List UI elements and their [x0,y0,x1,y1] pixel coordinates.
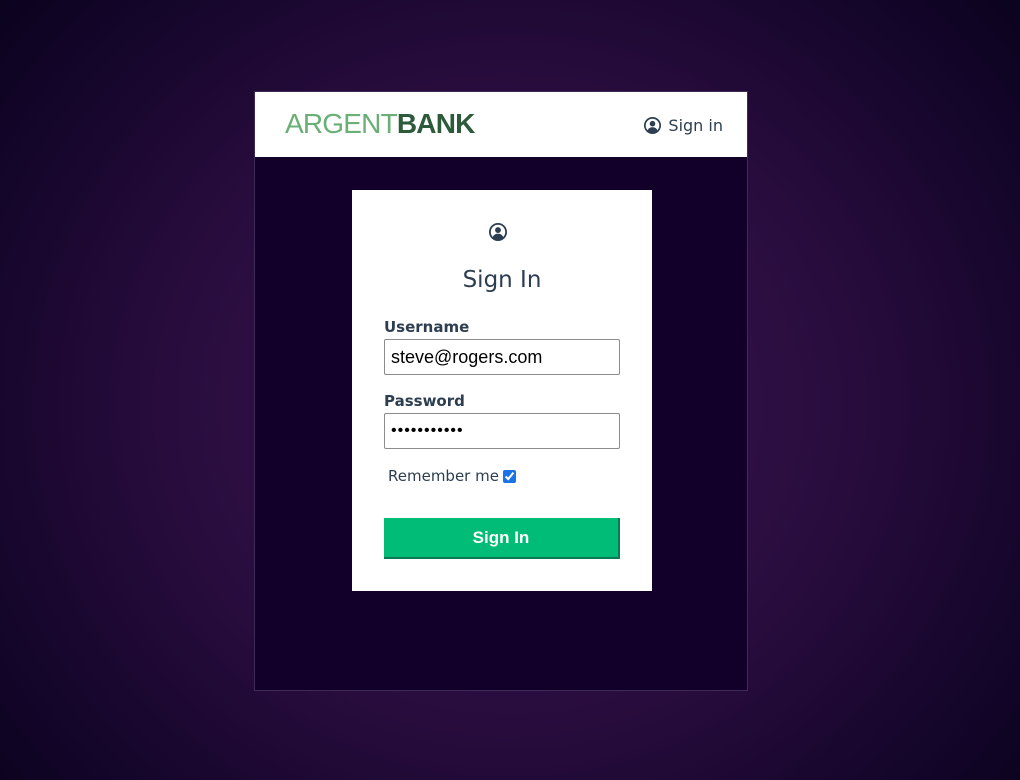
username-input[interactable] [384,339,620,375]
logo-argent-text: ARGENT [285,108,398,139]
remember-me-checkbox[interactable] [502,469,516,483]
app-window: ARGENTBANK Sign in Sign In Username P [254,91,748,691]
remember-me-label[interactable]: Remember me [388,467,499,485]
password-label: Password [384,392,465,410]
nav-signin-label: Sign in [668,115,723,135]
signin-submit-button[interactable]: Sign In [384,518,620,559]
logo-bank-text: BANK [396,108,475,139]
password-input[interactable] [384,413,620,449]
main-nav: ARGENTBANK Sign in [255,92,747,157]
username-label: Username [384,318,470,336]
user-circle-icon [489,223,507,245]
user-circle-icon [644,116,662,134]
nav-signin-link[interactable]: Sign in [644,114,723,136]
remember-me-row: Remember me [388,466,516,486]
signin-card: Sign In Username Password Remember me Si… [352,190,652,591]
signin-title: Sign In [462,267,542,293]
argent-bank-logo[interactable]: ARGENTBANK [285,106,475,142]
